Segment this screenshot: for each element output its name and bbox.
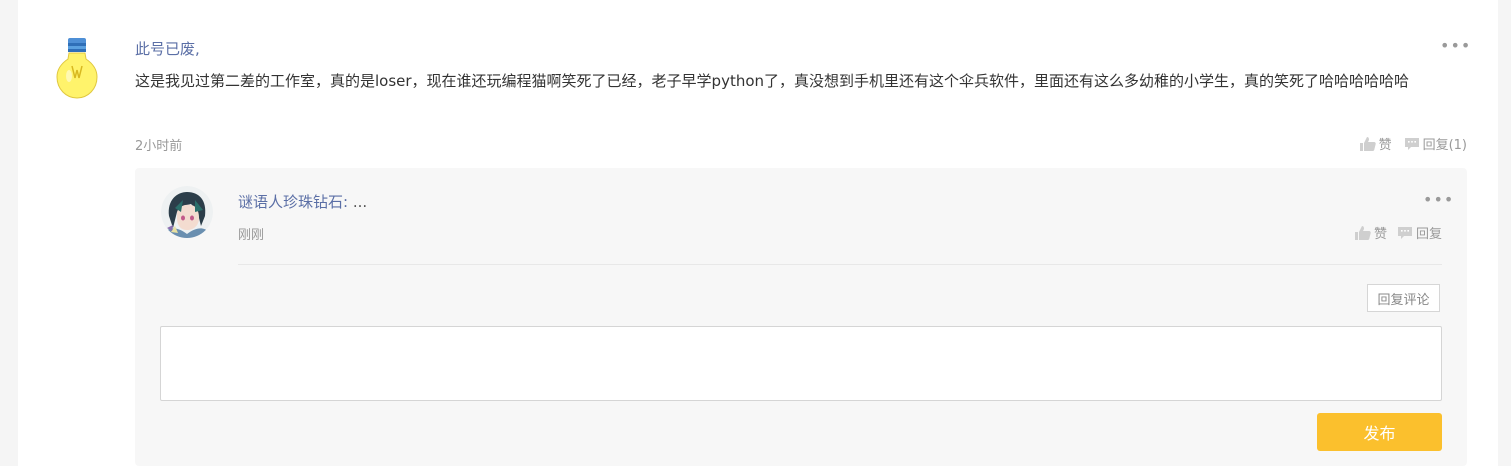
divider	[238, 264, 1442, 265]
speech-bubble-icon	[1397, 226, 1413, 240]
reply-text: ...	[352, 193, 368, 211]
reply-button[interactable]: 回复	[1397, 223, 1442, 242]
reply-count-label: 回复(1)	[1422, 138, 1467, 153]
reply-username[interactable]: 谜语人珍珠钻石:	[238, 193, 348, 211]
like-button[interactable]: 赞	[1354, 223, 1387, 242]
comment-username[interactable]: 此号已废,	[135, 38, 200, 59]
like-button[interactable]: 赞	[1359, 134, 1392, 153]
comment-text: 这是我见过第二差的工作室，真的是loser，现在谁还玩编程猫啊笑死了已经，老子早…	[135, 72, 1410, 90]
reply-button[interactable]: 回复(1)	[1404, 134, 1467, 153]
like-label: 赞	[1378, 138, 1392, 153]
reply-actions: 赞 回复	[1354, 223, 1442, 242]
more-options-icon[interactable]: •••	[1423, 190, 1454, 209]
comment-actions: 赞 回复(1)	[1359, 134, 1467, 153]
thumbs-up-icon	[1359, 136, 1376, 151]
reply-section: 谜语人珍珠钻石: ... ••• 刚刚 赞 回复 回复评论 发布	[135, 168, 1467, 466]
avatar[interactable]	[161, 186, 213, 238]
reply-label: 回复	[1415, 227, 1442, 242]
lightbulb-icon[interactable]	[54, 36, 100, 102]
reply-username-line: 谜语人珍珠钻石: ...	[238, 191, 367, 212]
thumbs-up-icon	[1354, 225, 1371, 240]
reply-timestamp: 刚刚	[238, 228, 265, 243]
publish-button[interactable]: 发布	[1317, 413, 1442, 451]
more-options-icon[interactable]: •••	[1440, 36, 1471, 55]
like-label: 赞	[1373, 227, 1387, 242]
reply-comment-button[interactable]: 回复评论	[1367, 284, 1440, 312]
comment-panel: 此号已废, ••• 这是我见过第二差的工作室，真的是loser，现在谁还玩编程猫…	[18, 0, 1498, 466]
reply-input[interactable]	[160, 326, 1442, 401]
comment-timestamp: 2小时前	[135, 139, 183, 154]
speech-bubble-icon	[1404, 137, 1420, 151]
